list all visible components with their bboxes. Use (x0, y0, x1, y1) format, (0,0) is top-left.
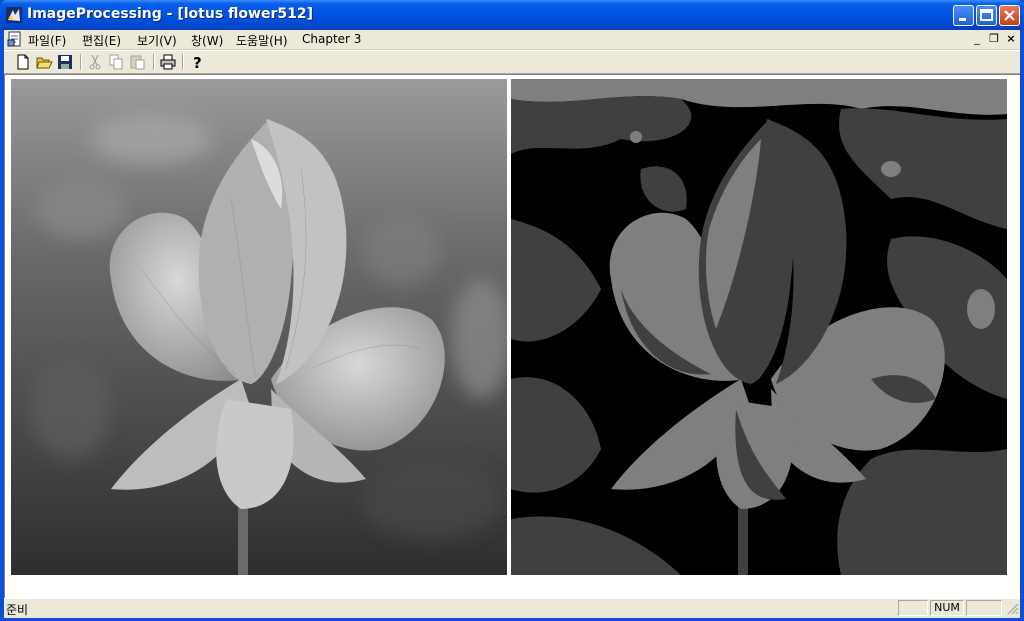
posterized-lotus-image (511, 79, 1007, 575)
toolbar-separator (182, 54, 184, 70)
help-icon[interactable]: ? (188, 53, 206, 71)
menu-view[interactable]: 보기(V) (137, 32, 177, 49)
document-icon[interactable] (7, 31, 23, 47)
maximize-icon (980, 9, 993, 21)
svg-text:?: ? (193, 54, 202, 71)
menu-help[interactable]: 도움말(H) (236, 32, 288, 49)
main-window: ImageProcessing - [lotus flower512] 파일(F… (0, 0, 1024, 621)
copy-icon[interactable] (107, 53, 125, 71)
cut-icon[interactable] (86, 53, 104, 71)
client-area: 파일(F) 편집(E) 보기(V) 창(W) 도움말(H) Chapter 3 … (4, 30, 1020, 618)
print-icon[interactable] (159, 53, 177, 71)
menu-edit[interactable]: 편집(E) (82, 32, 121, 49)
save-icon[interactable] (56, 53, 74, 71)
toolbar-separator (153, 54, 155, 70)
menu-chapter3[interactable]: Chapter 3 (302, 32, 361, 46)
menu-file[interactable]: 파일(F) (28, 32, 66, 49)
resize-grip-icon[interactable] (1007, 603, 1019, 615)
close-icon (1004, 10, 1015, 21)
open-folder-icon[interactable] (35, 53, 53, 71)
status-bar: 준비 NUM (4, 598, 1020, 618)
title-bar[interactable]: ImageProcessing - [lotus flower512] (0, 0, 1024, 30)
maximize-button[interactable] (976, 5, 997, 26)
status-pane-caps (898, 600, 928, 616)
paste-icon[interactable] (128, 53, 146, 71)
minimize-button[interactable] (953, 5, 974, 26)
mdi-minimize-button[interactable]: _ (970, 33, 984, 45)
new-file-icon[interactable] (14, 53, 32, 71)
document-area (4, 74, 1020, 598)
status-pane-num: NUM (930, 600, 964, 616)
app-icon[interactable] (5, 6, 23, 24)
minimize-icon (959, 18, 966, 21)
mdi-close-button[interactable]: × (1004, 33, 1018, 45)
toolbar-separator (80, 54, 82, 70)
menu-window[interactable]: 창(W) (191, 32, 223, 49)
mdi-restore-button[interactable]: ❐ (987, 33, 1001, 45)
close-button[interactable] (999, 5, 1020, 26)
toolbar: ? (4, 50, 1020, 74)
status-pane-scroll (966, 600, 1002, 616)
window-title: ImageProcessing - [lotus flower512] (27, 6, 313, 22)
menu-bar: 파일(F) 편집(E) 보기(V) 창(W) 도움말(H) Chapter 3 … (4, 30, 1020, 50)
original-lotus-image (11, 79, 507, 575)
status-text: 준비 (6, 603, 29, 617)
